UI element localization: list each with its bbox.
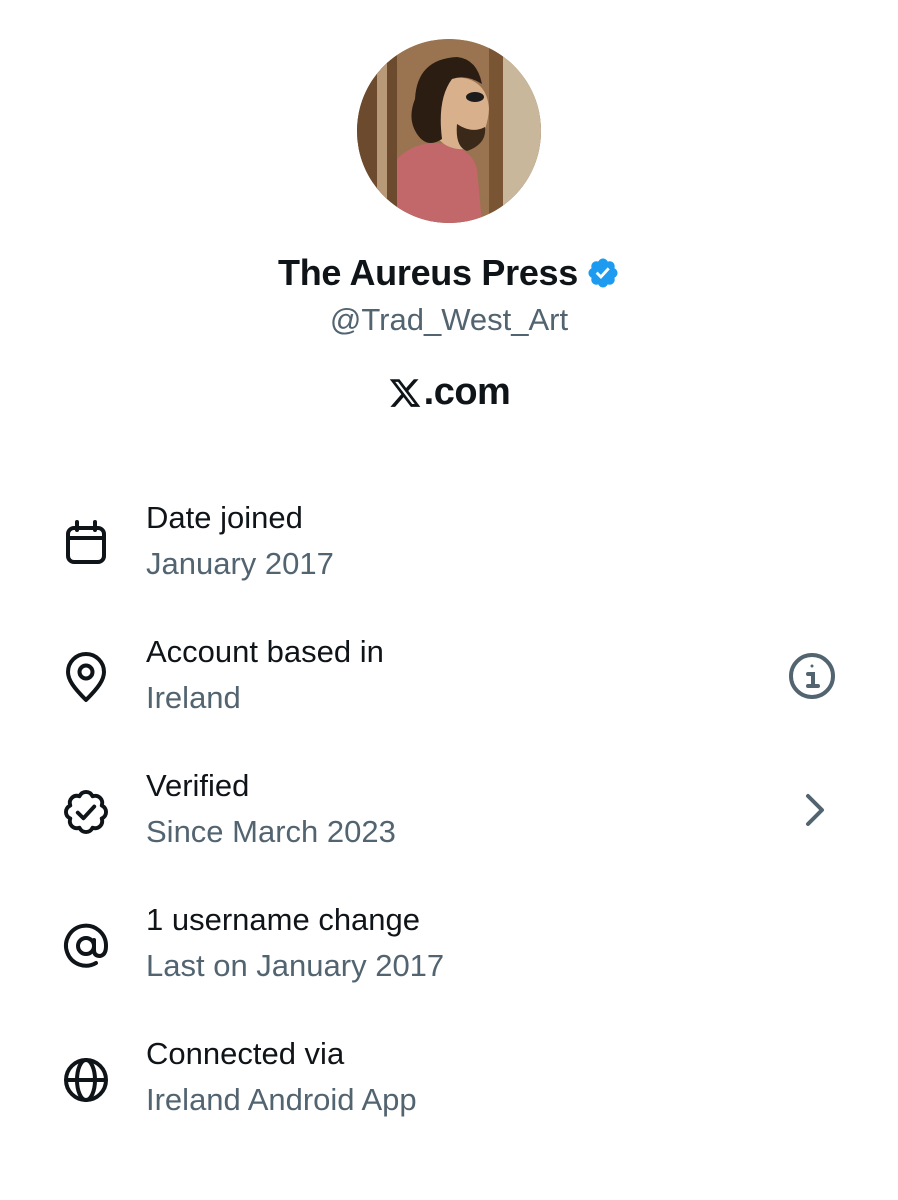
- detail-connected-via: Connected via Ireland Android App: [0, 1036, 898, 1156]
- at-sign-icon: [64, 923, 109, 968]
- chevron-right-icon[interactable]: [790, 784, 842, 836]
- detail-value: Last on January 2017: [146, 948, 445, 983]
- detail-value: Ireland Android App: [146, 1082, 417, 1117]
- detail-date-joined: Date joined January 2017: [0, 500, 898, 620]
- detail-value: Since March 2023: [146, 814, 396, 849]
- site-text: .com: [423, 371, 511, 413]
- detail-label: Account based in: [146, 634, 384, 669]
- detail-label: Date joined: [146, 500, 303, 535]
- username-handle: @Trad_West_Art: [329, 302, 569, 337]
- detail-label: 1 username change: [146, 902, 421, 937]
- detail-label: Verified: [146, 768, 250, 803]
- detail-value: Ireland: [146, 680, 241, 715]
- site-label: .com: [0, 371, 898, 414]
- detail-account-based-in: Account based in Ireland: [0, 634, 898, 754]
- display-name-row: The Aureus Press: [0, 252, 898, 294]
- location-pin-icon: [66, 652, 106, 702]
- info-icon[interactable]: [786, 650, 838, 702]
- globe-icon: [64, 1058, 108, 1102]
- display-name: The Aureus Press: [278, 252, 578, 293]
- detail-verified[interactable]: Verified Since March 2023: [0, 768, 898, 888]
- detail-username-change: 1 username change Last on January 2017: [0, 902, 898, 1022]
- calendar-icon: [66, 520, 106, 564]
- x-logo-icon: [389, 378, 420, 407]
- detail-value: January 2017: [146, 546, 334, 581]
- verified-badge-icon: [64, 790, 108, 834]
- detail-label: Connected via: [146, 1036, 345, 1071]
- profile-avatar[interactable]: [357, 39, 541, 223]
- verified-badge-icon: [588, 258, 618, 288]
